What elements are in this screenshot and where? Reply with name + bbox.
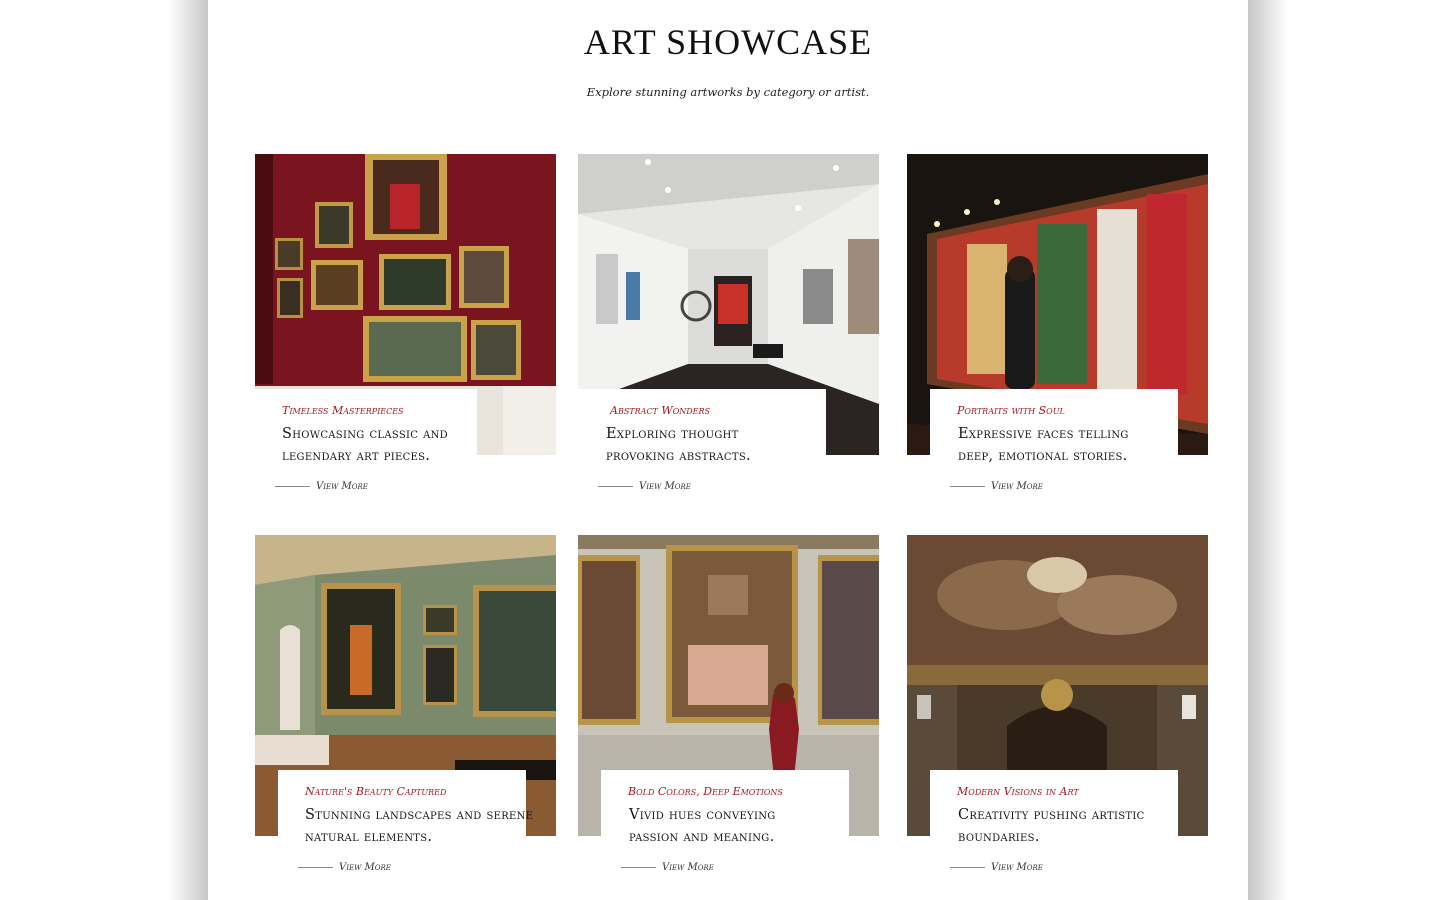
view-more-label: View More (316, 481, 368, 492)
header: ART SHOWCASE Explore stunning artworks b… (208, 0, 1248, 99)
card-info: Portraits with Soul Expressive faces tel… (930, 389, 1178, 479)
card-category: Modern Visions in Art (957, 785, 1079, 798)
card-info: Abstract Wonders Exploring thought provo… (578, 389, 826, 479)
view-more-link[interactable]: View More (275, 481, 368, 492)
view-more-label: View More (991, 481, 1043, 492)
view-more-label: View More (991, 862, 1043, 873)
page-shadow-right (1248, 0, 1288, 900)
card-category: Nature's Beauty Captured (305, 785, 447, 798)
view-more-line (950, 867, 985, 868)
page-container: ART SHOWCASE Explore stunning artworks b… (208, 0, 1248, 900)
view-more-line (298, 867, 333, 868)
view-more-line (275, 486, 310, 487)
view-more-link[interactable]: View More (950, 862, 1043, 873)
card-description: Creativity pushing artistic boundaries. (958, 807, 1145, 845)
view-more-link[interactable]: View More (621, 862, 714, 873)
view-more-label: View More (339, 862, 391, 873)
card-category: Portraits with Soul (957, 404, 1065, 417)
card-description: Exploring thought provoking abstracts. (606, 426, 751, 464)
page-subtitle: Explore stunning artworks by category or… (586, 85, 870, 99)
card-info: Bold Colors, Deep Emotions Vivid hues co… (601, 770, 849, 860)
page-title: ART SHOWCASE (583, 22, 873, 62)
page-shadow-left (168, 0, 208, 900)
card-description: Vivid hues conveying passion and meaning… (629, 807, 776, 845)
card-description: Expressive faces telling deep, emotional… (958, 426, 1129, 464)
card-info: Modern Visions in Art Creativity pushing… (930, 770, 1178, 860)
view-more-link[interactable]: View More (598, 481, 691, 492)
card-info: Timeless Masterpieces Showcasing classic… (255, 389, 477, 479)
card-description: Stunning landscapes and serene natural e… (305, 807, 534, 845)
card-info: Nature's Beauty Captured Stunning landsc… (278, 770, 533, 860)
card-category: Timeless Masterpieces (282, 404, 404, 417)
card-description: Showcasing classic and legendary art pie… (282, 426, 448, 464)
view-more-label: View More (662, 862, 714, 873)
card-category: Bold Colors, Deep Emotions (628, 785, 783, 798)
view-more-line (621, 867, 656, 868)
view-more-link[interactable]: View More (298, 862, 391, 873)
view-more-line (950, 486, 985, 487)
view-more-link[interactable]: View More (950, 481, 1043, 492)
card-category: Abstract Wonders (610, 404, 711, 417)
view-more-line (598, 486, 633, 487)
view-more-label: View More (639, 481, 691, 492)
